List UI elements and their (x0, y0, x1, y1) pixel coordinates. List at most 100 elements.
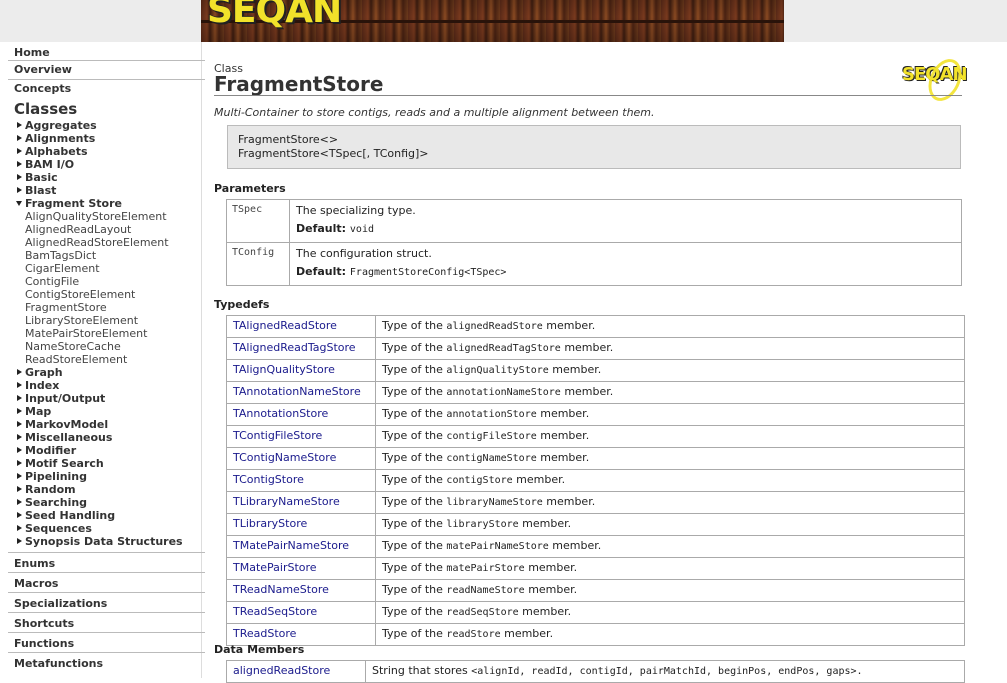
sidebar-group[interactable]: Map (0, 405, 201, 418)
sidebar-class-link[interactable]: ContigStoreElement (0, 288, 201, 301)
sidebar-group-label: Alphabets (25, 145, 88, 158)
sidebar-class-link[interactable]: ContigFile (0, 275, 201, 288)
typedef-link[interactable]: TAlignedReadTagStore (226, 337, 376, 360)
seqan-logo[interactable]: SEQAN (207, 0, 342, 31)
data-member-row: alignedReadStore String that stores <alig… (226, 660, 965, 683)
typedef-desc: Type of the readStore member. (375, 623, 965, 646)
sidebar-class-link[interactable]: ReadStoreElement (0, 353, 201, 366)
nav-concepts[interactable]: Concepts (8, 80, 205, 98)
typedef-prefix: Type of the (382, 363, 443, 376)
typedef-link[interactable]: TContigNameStore (226, 447, 376, 470)
class-description: Multi-Container to store contigs, reads … (214, 106, 655, 119)
sidebar-group[interactable]: Pipelining (0, 470, 201, 483)
sidebar-class-link[interactable]: LibraryStoreElement (0, 314, 201, 327)
sidebar-class-link[interactable]: CigarElement (0, 262, 201, 275)
typedef-link[interactable]: TAnnotationStore (226, 403, 376, 426)
sidebar-class-link[interactable]: MatePairStoreElement (0, 327, 201, 340)
sidebar-class-link[interactable]: AlignedReadStoreElement (0, 236, 201, 249)
sidebar-group[interactable]: Aggregates (0, 119, 201, 132)
nav-bottom-link[interactable]: Functions (8, 632, 205, 652)
nav-bottom-link[interactable]: Enums (8, 552, 205, 572)
typedef-prefix: Type of the (382, 517, 443, 530)
typedef-link[interactable]: TLibraryNameStore (226, 491, 376, 514)
parameter-desc: The configuration struct. Default: Fragm… (289, 242, 962, 286)
sidebar-group[interactable]: MarkovModel (0, 418, 201, 431)
parameter-desc: The specializing type. Default: void (289, 199, 962, 243)
typedef-row: TReadStore Type of the readStore member. (226, 623, 965, 646)
typedef-link[interactable]: TContigFileStore (226, 425, 376, 448)
parameter-default: Default: FragmentStoreConfig<TSpec> (296, 265, 955, 278)
sidebar-class-link[interactable]: AlignedReadLayout (0, 223, 201, 236)
sidebar-group-label: Modifier (25, 444, 77, 457)
typedefs-heading: Typedefs (214, 298, 270, 311)
sidebar-group[interactable]: Searching (0, 496, 201, 509)
typedef-row: TContigStore Type of the contigStore memb… (226, 469, 965, 492)
typedef-link[interactable]: TContigStore (226, 469, 376, 492)
sidebar-class-link[interactable]: AlignQualityStoreElement (0, 210, 201, 223)
typedef-prefix: Type of the (382, 627, 443, 640)
sidebar-group[interactable]: Sequences (0, 522, 201, 535)
typedef-link[interactable]: TAlignedReadStore (226, 315, 376, 338)
typedef-row: TLibraryNameStore Type of the libraryName… (226, 491, 965, 514)
data-member-link[interactable]: alignedReadStore (226, 660, 366, 683)
sidebar-group[interactable]: BAM I/O (0, 158, 201, 171)
nav-home[interactable]: Home (8, 42, 205, 61)
typedef-suffix: member. (546, 319, 596, 332)
typedef-suffix: member. (522, 517, 572, 530)
typedef-row: TAnnotationNameStore Type of the annotati… (226, 381, 965, 404)
typedefs-table: TAlignedReadStore Type of the alignedRead… (226, 315, 965, 646)
sidebar-group-label: Searching (25, 496, 88, 509)
typedef-desc: Type of the matePairStore member. (375, 557, 965, 580)
sidebar-class-link[interactable]: NameStoreCache (0, 340, 201, 353)
sidebar-group[interactable]: Input/Output (0, 392, 201, 405)
nav-bottom-link[interactable]: Macros (8, 572, 205, 592)
nav-bottom-link[interactable]: Specializations (8, 592, 205, 612)
sidebar-group[interactable]: Alphabets (0, 145, 201, 158)
sidebar-group[interactable]: Fragment Store (0, 197, 201, 210)
sidebar-group[interactable]: Miscellaneous (0, 431, 201, 444)
typedef-link[interactable]: TMatePairNameStore (226, 535, 376, 558)
nav-bottom-link[interactable]: Metafunctions (8, 652, 205, 672)
sidebar-group-label: Random (25, 483, 76, 496)
typedef-prefix: Type of the (382, 561, 443, 574)
sidebar-group[interactable]: Blast (0, 184, 201, 197)
nav-bottom-link[interactable]: Shortcuts (8, 612, 205, 632)
typedef-prefix: Type of the (382, 605, 443, 618)
typedef-link[interactable]: TLibraryStore (226, 513, 376, 536)
typedef-row: TMatePairStore Type of the matePairStore … (226, 557, 965, 580)
typedef-prefix: Type of the (382, 495, 443, 508)
typedef-row: TAlignQualityStore Type of the alignQuali… (226, 359, 965, 382)
nav-classes-heading[interactable]: Classes (14, 100, 201, 119)
sidebar-group[interactable]: Basic (0, 171, 201, 184)
header-banner: SEQAN (201, 0, 784, 42)
typedef-link[interactable]: TAnnotationNameStore (226, 381, 376, 404)
sidebar-group[interactable]: Graph (0, 366, 201, 379)
sidebar-group-label: MarkovModel (25, 418, 109, 431)
sidebar-group-label: Aggregates (25, 119, 97, 132)
typedef-member: readNameStore (446, 585, 525, 596)
parameters-heading: Parameters (214, 182, 286, 195)
typedef-member: contigStore (446, 475, 513, 486)
sidebar-group[interactable]: Motif Search (0, 457, 201, 470)
nav-overview[interactable]: Overview (8, 61, 205, 80)
sidebar-group[interactable]: Random (0, 483, 201, 496)
typedef-suffix: member. (504, 627, 554, 640)
typedef-row: TContigFileStore Type of the contigFileSt… (226, 425, 965, 448)
sidebar-group[interactable]: Modifier (0, 444, 201, 457)
sidebar-group[interactable]: Seed Handling (0, 509, 201, 522)
sidebar-class-link[interactable]: FragmentStore (0, 301, 201, 314)
data-members-heading: Data Members (214, 643, 305, 656)
typedef-desc: Type of the alignedReadTagStore member. (375, 337, 965, 360)
typedef-prefix: Type of the (382, 451, 443, 464)
typedef-suffix: member. (540, 429, 590, 442)
typedef-link[interactable]: TReadSeqStore (226, 601, 376, 624)
typedef-link[interactable]: TReadNameStore (226, 579, 376, 602)
typedef-row: TAnnotationStore Type of the annotationSt… (226, 403, 965, 426)
sidebar-class-link[interactable]: BamTagsDict (0, 249, 201, 262)
sidebar-group[interactable]: Alignments (0, 132, 201, 145)
typedef-link[interactable]: TMatePairStore (226, 557, 376, 580)
sidebar-group[interactable]: Index (0, 379, 201, 392)
sidebar-group-label: Basic (25, 171, 58, 184)
sidebar-group[interactable]: Synopsis Data Structures (0, 535, 201, 548)
typedef-link[interactable]: TAlignQualityStore (226, 359, 376, 382)
